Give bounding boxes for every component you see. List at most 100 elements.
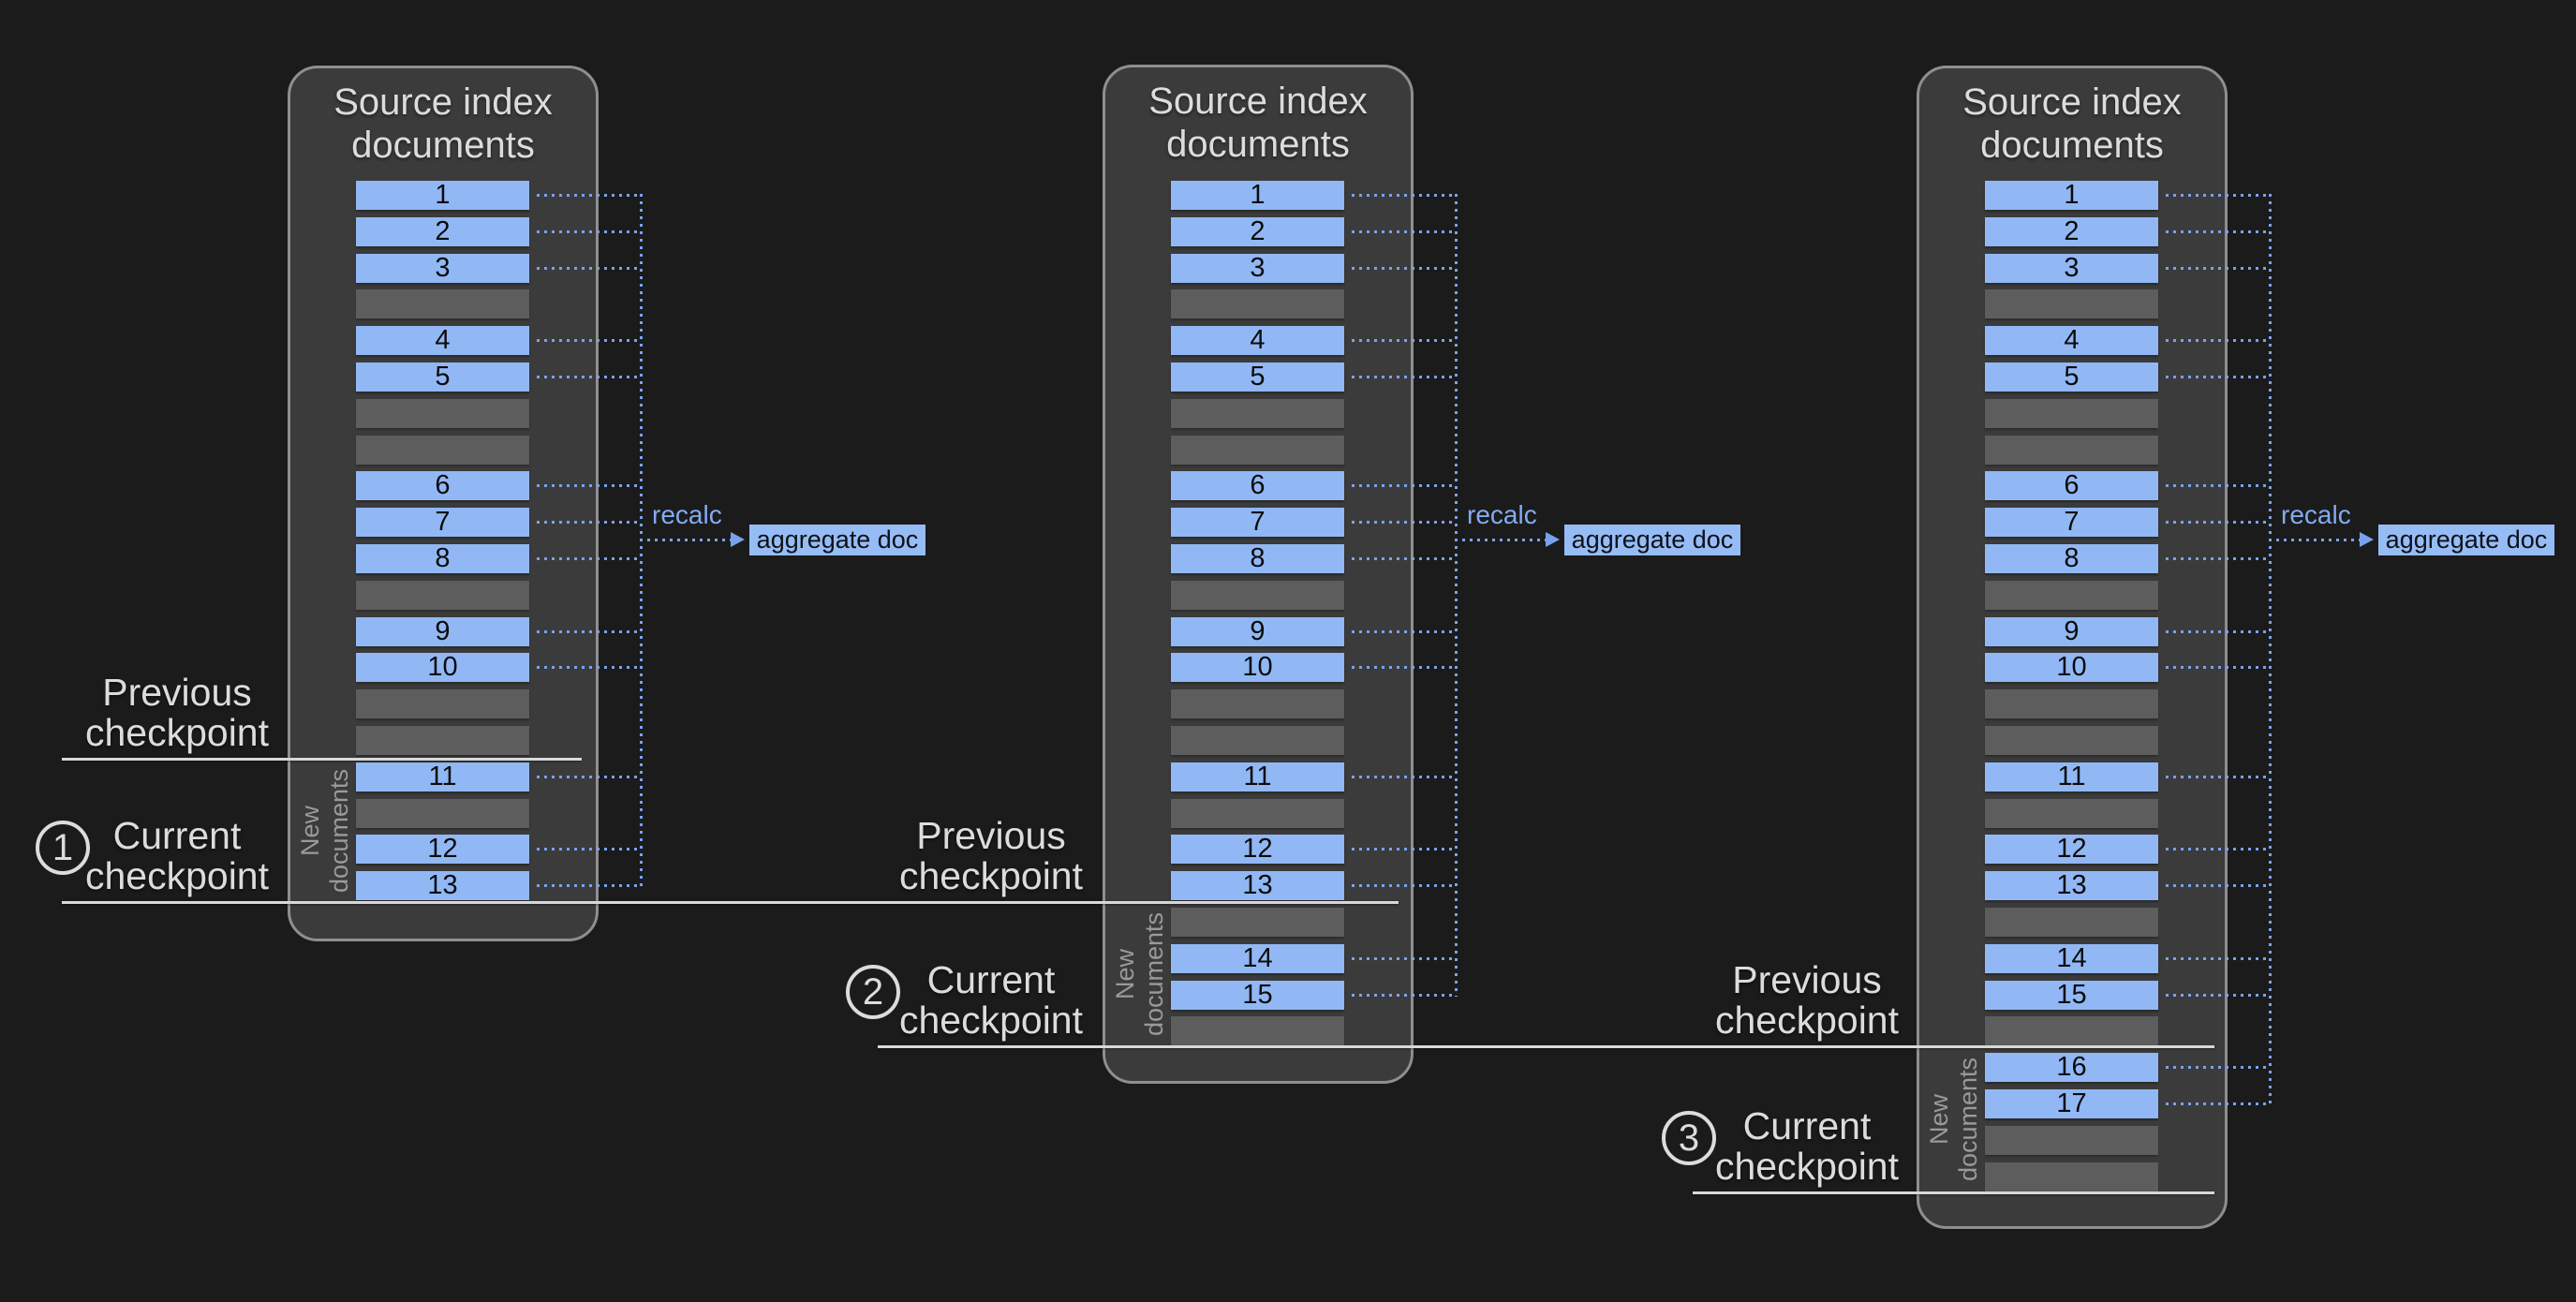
- connector-dotted-line: [537, 339, 640, 342]
- placeholder-bar: [1985, 436, 2158, 465]
- placeholder-bar: [356, 581, 529, 610]
- recalc-arrowhead: [731, 532, 745, 547]
- document-bar: 5: [1985, 362, 2158, 392]
- document-bar: 8: [1985, 544, 2158, 573]
- document-bar: 10: [1985, 653, 2158, 682]
- connector-dotted-line: [2166, 994, 2269, 997]
- bracket-dotted-line: [2269, 194, 2272, 1105]
- placeholder-bar: [356, 726, 529, 755]
- connector-dotted-line: [2166, 884, 2269, 887]
- connector-dotted-line: [537, 776, 640, 778]
- aggregate-doc-box: aggregate doc: [1564, 525, 1740, 555]
- placeholder-bar: [1985, 1126, 2158, 1155]
- document-bar: 10: [356, 653, 529, 682]
- placeholder-bar: [1171, 399, 1344, 428]
- aggregate-doc-box: aggregate doc: [749, 525, 925, 555]
- placeholder-bar: [1985, 289, 2158, 318]
- document-bar: 5: [356, 362, 529, 392]
- connector-dotted-line: [2166, 521, 2269, 524]
- document-bar: 9: [356, 617, 529, 646]
- checkpoint-line: [62, 901, 1399, 904]
- connector-dotted-line: [2166, 1102, 2269, 1105]
- placeholder-bar: [356, 799, 529, 828]
- connector-dotted-line: [1352, 557, 1455, 560]
- document-bar: 12: [1985, 835, 2158, 864]
- document-bar: 6: [1985, 471, 2158, 500]
- panel-title: documents: [1917, 124, 2228, 167]
- placeholder-bar: [1985, 908, 2158, 937]
- connector-dotted-line: [2166, 484, 2269, 487]
- previous-checkpoint-label: Previous checkpoint: [851, 816, 1132, 896]
- document-bar: 5: [1171, 362, 1344, 392]
- document-bar: 1: [356, 181, 529, 210]
- recalc-arrowhead: [1546, 532, 1560, 547]
- placeholder-bar: [1985, 799, 2158, 828]
- connector-dotted-line: [2166, 194, 2269, 197]
- document-bar: 9: [1985, 617, 2158, 646]
- checkpoint-number-badge: 3: [1662, 1111, 1716, 1165]
- placeholder-bar: [356, 689, 529, 718]
- connector-dotted-line: [1352, 666, 1455, 669]
- connector-dotted-line: [1352, 376, 1455, 378]
- checkpoint-line: [878, 1045, 2214, 1048]
- document-bar: 10: [1171, 653, 1344, 682]
- document-bar: 2: [356, 217, 529, 246]
- document-bar: 12: [356, 835, 529, 864]
- previous-checkpoint-label: Previous checkpoint: [1666, 960, 1947, 1041]
- placeholder-bar: [356, 399, 529, 428]
- document-bar: 3: [1171, 254, 1344, 283]
- document-bar: 14: [1171, 944, 1344, 973]
- checkpoint-number-badge: 1: [36, 821, 90, 875]
- document-bar: 13: [356, 871, 529, 900]
- placeholder-bar: [1171, 799, 1344, 828]
- placeholder-bar: [1171, 726, 1344, 755]
- connector-dotted-line: [2166, 376, 2269, 378]
- document-bar: 11: [356, 762, 529, 792]
- placeholder-bar: [1985, 399, 2158, 428]
- placeholder-bar: [1985, 726, 2158, 755]
- placeholder-bar: [1171, 436, 1344, 465]
- panel-title: Source index: [1917, 81, 2228, 124]
- placeholder-bar: [1985, 689, 2158, 718]
- document-bar: 1: [1985, 181, 2158, 210]
- placeholder-bar: [1985, 581, 2158, 610]
- connector-dotted-line: [1352, 194, 1455, 197]
- document-bar: 4: [356, 326, 529, 355]
- document-bar: 17: [1985, 1089, 2158, 1118]
- connector-dotted-line: [1352, 521, 1455, 524]
- recalc-arrowhead: [2360, 532, 2374, 547]
- connector-dotted-line: [2166, 630, 2269, 633]
- aggregate-doc-box: aggregate doc: [2378, 525, 2554, 555]
- placeholder-bar: [1171, 908, 1344, 937]
- document-bar: 14: [1985, 944, 2158, 973]
- document-bar: 2: [1985, 217, 2158, 246]
- connector-dotted-line: [1352, 230, 1455, 233]
- connector-dotted-line: [537, 884, 640, 887]
- connector-dotted-line: [2166, 848, 2269, 851]
- connector-dotted-line: [537, 484, 640, 487]
- document-bar: 7: [1985, 508, 2158, 537]
- document-bar: 3: [1985, 254, 2158, 283]
- connector-dotted-line: [537, 666, 640, 669]
- document-bar: 3: [356, 254, 529, 283]
- document-bar: 6: [356, 471, 529, 500]
- connector-dotted-line: [1352, 848, 1455, 851]
- document-bar: 15: [1171, 981, 1344, 1010]
- document-bar: 4: [1985, 326, 2158, 355]
- connector-dotted-line: [537, 521, 640, 524]
- panel-title: documents: [1103, 123, 1414, 166]
- recalc-arrow-line: [1455, 539, 1546, 541]
- document-bar: 12: [1171, 835, 1344, 864]
- panel-title: documents: [288, 124, 599, 167]
- connector-dotted-line: [2166, 267, 2269, 270]
- connector-dotted-line: [537, 376, 640, 378]
- panel-title: Source index: [288, 81, 599, 124]
- document-bar: 8: [356, 544, 529, 573]
- placeholder-bar: [1171, 581, 1344, 610]
- document-bar: 13: [1171, 871, 1344, 900]
- recalc-label: recalc: [652, 500, 722, 530]
- connector-dotted-line: [537, 230, 640, 233]
- connector-dotted-line: [1352, 957, 1455, 960]
- connector-dotted-line: [1352, 630, 1455, 633]
- recalc-arrow-line: [640, 539, 731, 541]
